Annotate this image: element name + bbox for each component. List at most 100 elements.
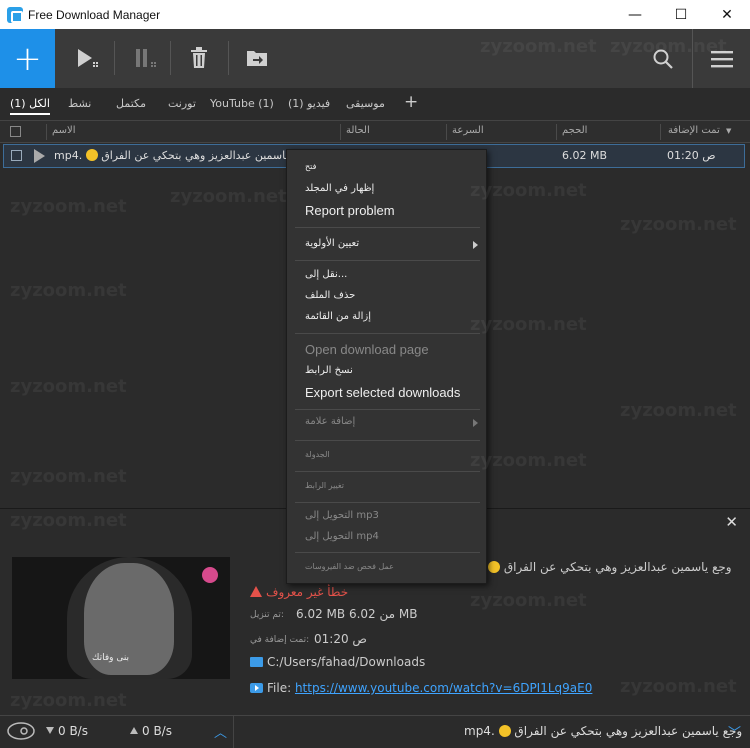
column-separator [446, 124, 447, 140]
collapse-chevron-down-icon[interactable]: ﹀ [728, 722, 741, 741]
column-size[interactable]: الحجم [562, 125, 587, 136]
menu-item-copy-link[interactable]: نسخ الرابط [305, 365, 353, 376]
expand-chevron-up-icon[interactable]: ︿ [214, 722, 227, 741]
upload-arrow-icon [130, 727, 138, 734]
upload-speed: 0 B/s [130, 724, 172, 738]
menu-item-open[interactable]: فتح [305, 162, 316, 171]
submenu-arrow-icon [473, 419, 478, 427]
play-icon[interactable] [34, 149, 45, 163]
menu-separator [295, 471, 480, 472]
menu-item-move-to[interactable]: نقل إلى... [305, 269, 347, 280]
video-thumbnail: بنى وفاتك [12, 557, 230, 679]
window-title: Free Download Manager [28, 7, 161, 22]
trash-icon[interactable] [186, 44, 212, 72]
menu-item-set-priority[interactable]: تعيين الأولوية [305, 238, 359, 249]
menu-separator [295, 502, 480, 503]
title-bar: Free Download Manager — ☐ ✕ [0, 0, 750, 29]
menu-item-virus-check[interactable]: عمل فحص ضد الفيروسات [305, 562, 394, 571]
menu-item-change-link[interactable]: تغيير الرابط [305, 481, 344, 490]
toolbar-separator [170, 41, 171, 75]
tab-completed[interactable]: مكتمل [116, 97, 146, 110]
menu-separator [295, 440, 480, 441]
speed-limiter-icon[interactable] [6, 721, 36, 744]
tab-video[interactable]: (1) فيديو [288, 97, 330, 110]
filter-tabs: الكل (1) نشط مكتمل تورنت YouTube (1) (1)… [0, 88, 750, 121]
column-separator [660, 124, 661, 140]
column-separator [46, 124, 47, 140]
menu-separator [295, 409, 480, 410]
menu-item-remove-from-list[interactable]: إزالة من القائمة [305, 311, 371, 322]
tab-active[interactable]: نشط [68, 97, 91, 110]
menu-separator [295, 552, 480, 553]
tab-music[interactable]: موسيقى [346, 97, 385, 110]
column-added[interactable]: تمت الإضافة [668, 125, 720, 136]
error-message: خطأ غير معروف [250, 585, 348, 599]
folder-icon [250, 657, 263, 667]
row-file-name: mp4. بع ياسمين عبدالعزيز وهي بتحكي عن ال… [54, 149, 301, 162]
column-header: الاسم الحالة السرعة الحجم تمت الإضافة ▼ [0, 121, 750, 143]
warning-icon [250, 586, 262, 597]
sort-chevron-icon[interactable]: ▼ [726, 127, 731, 135]
menu-item-convert-mp3[interactable]: التحويل إلى mp3 [305, 510, 379, 521]
row-size: 6.02 MB [562, 149, 608, 162]
column-name[interactable]: الاسم [52, 125, 76, 136]
menu-separator [295, 260, 480, 261]
downloaded-value: 6.02 MB من 6.02 MB [296, 607, 418, 621]
add-filter-button[interactable]: + [404, 92, 418, 112]
menu-item-convert-mp4[interactable]: التحويل إلى mp4 [305, 531, 379, 542]
current-file: mp4. وجع ياسمين عبدالعزيز وهي بتحكي عن ا… [464, 724, 743, 738]
select-all-checkbox[interactable] [10, 126, 21, 137]
download-arrow-icon [46, 727, 54, 734]
menu-separator [295, 333, 480, 334]
file-url-link[interactable]: https://www.youtube.com/watch?v=6DPI1Lq9… [295, 681, 592, 695]
menu-separator [295, 227, 480, 228]
toolbar-separator [114, 41, 115, 75]
menu-item-show-in-folder[interactable]: إظهار في المجلد [305, 183, 374, 194]
column-separator [556, 124, 557, 140]
submenu-arrow-icon [473, 241, 478, 249]
hamburger-icon [710, 50, 733, 67]
sad-face-icon [498, 725, 511, 737]
sad-face-icon [488, 561, 500, 573]
youtube-icon [250, 683, 263, 693]
column-separator [340, 124, 341, 140]
menu-item-add-tag[interactable]: إضافة علامة [305, 416, 355, 427]
column-status[interactable]: الحالة [346, 125, 370, 136]
maximize-button[interactable]: ☐ [658, 0, 704, 29]
close-details-button[interactable]: ✕ [725, 513, 738, 531]
added-label: تمت إضافة في: [250, 635, 310, 645]
added-value: 01:20 ص [314, 632, 367, 646]
close-button[interactable]: ✕ [704, 0, 750, 29]
menu-item-open-download-page[interactable]: Open download page [305, 342, 429, 357]
details-title: وجع ياسمين عبدالعزيز وهي بتحكي عن الفراق [488, 560, 732, 574]
downloaded-label: تم تنزيل: [250, 610, 284, 620]
resume-icon[interactable] [74, 44, 102, 72]
menu-item-delete-file[interactable]: حذف الملف [305, 290, 355, 301]
speed-section: 0 B/s 0 B/s ︿ [0, 716, 234, 748]
search-icon[interactable] [648, 29, 678, 88]
tab-youtube[interactable]: YouTube (1) [210, 97, 274, 110]
move-folder-icon[interactable] [244, 44, 270, 72]
channel-logo-icon [202, 567, 218, 583]
tab-all[interactable]: الكل (1) [10, 97, 50, 115]
status-bar: 0 B/s 0 B/s ︿ mp4. وجع ياسمين عبدالعزيز … [0, 715, 750, 748]
toolbar: + [0, 29, 750, 88]
app-icon [7, 6, 23, 23]
row-added-time: 01:20 ص [667, 149, 716, 162]
file-source: File: https://www.youtube.com/watch?v=6D… [250, 681, 592, 695]
add-download-button[interactable]: + [0, 29, 55, 88]
column-speed[interactable]: السرعة [452, 125, 484, 136]
save-path[interactable]: C:/Users/fahad/Downloads [250, 655, 425, 669]
row-checkbox[interactable] [11, 150, 22, 161]
context-menu: فتح إظهار في المجلد Report problem تعيين… [286, 149, 487, 584]
main-menu-button[interactable] [692, 29, 750, 88]
toolbar-separator [228, 41, 229, 75]
menu-item-report-problem[interactable]: Report problem [305, 203, 395, 218]
pause-icon[interactable] [132, 44, 160, 72]
minimize-button[interactable]: — [612, 0, 658, 29]
thumbnail-caption: بنى وفاتك [92, 653, 130, 663]
window-controls: — ☐ ✕ [612, 0, 750, 29]
menu-item-export-selected[interactable]: Export selected downloads [305, 385, 460, 400]
tab-torrent[interactable]: تورنت [168, 97, 196, 110]
menu-item-schedule[interactable]: الجدولة [305, 450, 330, 459]
